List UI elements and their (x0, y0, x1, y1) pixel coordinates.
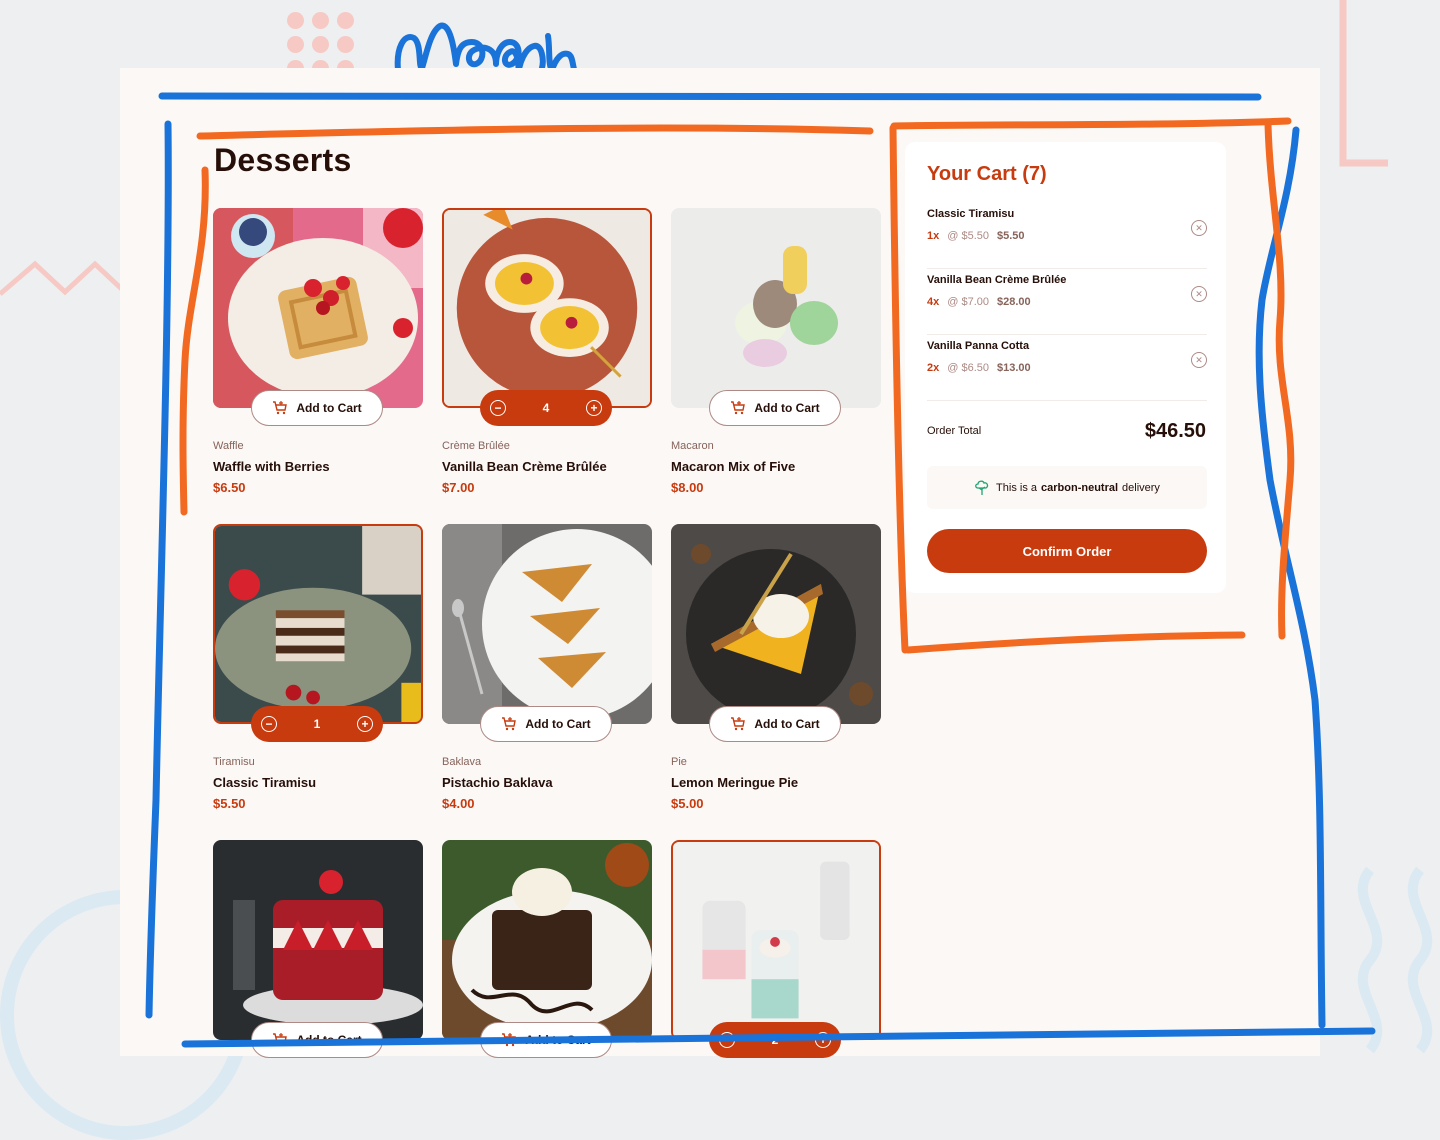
quantity-value: 1 (313, 717, 321, 731)
cart-item-quantity: 1x (927, 230, 940, 242)
product-price: $7.00 (442, 480, 475, 495)
add-to-cart-label: Add to Cart (754, 401, 820, 415)
decrement-button[interactable]: − (261, 716, 277, 732)
cart-title: Your Cart (7) (927, 163, 1047, 185)
cart-plus-icon (502, 717, 517, 731)
product-image-red-velvet-cake (213, 840, 423, 1040)
product-price: $5.00 (671, 796, 704, 811)
order-total-label: Order Total (927, 425, 982, 437)
add-to-cart-button[interactable]: Add to Cart (709, 390, 841, 426)
product-category: Crème Brûlée (442, 440, 510, 452)
product-image-panna-cotta (671, 840, 881, 1040)
cart-item-name: Vanilla Bean Crème Brûlée (927, 274, 1067, 286)
decorative-corner (1339, 0, 1388, 167)
product-price: $6.50 (213, 480, 246, 495)
increment-button[interactable]: + (586, 400, 602, 416)
cart-item: Vanilla Panna Cotta 2x @ $6.50 $13.00 ✕ (927, 334, 1207, 401)
cart-panel: Your Cart (7) Classic Tiramisu 1x @ $5.5… (905, 142, 1226, 593)
product-card: Add to Cart (213, 840, 423, 1140)
product-price: $5.50 (213, 796, 246, 811)
product-card: − 2 + (671, 840, 881, 1140)
product-name: Macaron Mix of Five (671, 459, 796, 474)
product-image-baklava (442, 524, 652, 724)
product-card: Add to Cart Pie Lemon Meringue Pie $5.00 (671, 524, 881, 824)
add-to-cart-label: Add to Cart (525, 717, 591, 731)
decorative-dots (285, 8, 357, 77)
add-to-cart-button[interactable]: Add to Cart (251, 390, 383, 426)
order-total-value: $46.50 (1144, 420, 1206, 442)
product-name: Lemon Meringue Pie (671, 775, 799, 790)
product-image-creme-brulee (442, 208, 652, 408)
increment-button[interactable]: + (357, 716, 373, 732)
cart-plus-icon (731, 717, 746, 731)
add-to-cart-label: Add to Cart (296, 1033, 362, 1047)
remove-item-icon[interactable]: ✕ (1191, 220, 1207, 236)
product-name: Pistachio Baklava (442, 775, 553, 790)
quantity-value: 4 (542, 401, 550, 415)
remove-item-icon[interactable]: ✕ (1191, 352, 1207, 368)
quantity-value: 2 (771, 1033, 779, 1047)
product-card: Add to Cart Baklava Pistachio Baklava $4… (442, 524, 652, 824)
product-image-macaron (671, 208, 881, 408)
cart-item-total: $28.00 (997, 296, 1031, 308)
confirm-order-button[interactable]: Confirm Order (927, 529, 1207, 573)
decorative-zigzag (0, 260, 125, 296)
add-to-cart-button[interactable]: Add to Cart (480, 706, 612, 742)
add-to-cart-button[interactable]: Add to Cart (480, 1022, 612, 1058)
cart-item-quantity: 2x (927, 362, 940, 374)
remove-item-icon[interactable]: ✕ (1191, 286, 1207, 302)
decrement-button[interactable]: − (719, 1032, 735, 1048)
add-to-cart-label: Add to Cart (296, 401, 362, 415)
decrement-button[interactable]: − (490, 400, 506, 416)
product-price: $4.00 (442, 796, 475, 811)
product-name: Vanilla Bean Crème Brûlée (442, 459, 607, 474)
product-card: Add to Cart (442, 840, 652, 1140)
add-to-cart-label: Add to Cart (754, 717, 820, 731)
carbon-neutral-notice: This is a carbon-neutral delivery (927, 466, 1207, 509)
carbon-bold: carbon-neutral (1041, 481, 1119, 494)
quantity-stepper[interactable]: − 1 + (251, 706, 383, 742)
product-category: Baklava (442, 756, 482, 768)
product-category: Pie (671, 756, 687, 768)
cart-item-name: Vanilla Panna Cotta (927, 340, 1030, 352)
product-name: Classic Tiramisu (213, 775, 317, 790)
cart-item-total: $13.00 (997, 362, 1031, 374)
increment-button[interactable]: + (815, 1032, 831, 1048)
cart-plus-icon (273, 401, 288, 415)
add-to-cart-label: Add to Cart (525, 1033, 591, 1047)
cart-item-unit-price: @ $7.00 (947, 296, 989, 308)
product-category: Tiramisu (213, 756, 255, 768)
page-title: Desserts (214, 142, 352, 178)
add-to-cart-button[interactable]: Add to Cart (251, 1022, 383, 1058)
product-category: Waffle (213, 440, 244, 452)
product-category: Macaron (671, 440, 714, 452)
cart-item-unit-price: @ $5.50 (947, 230, 989, 242)
product-name: Waffle with Berries (213, 459, 330, 474)
cart-plus-icon (273, 1033, 288, 1047)
carbon-suffix: delivery (1122, 481, 1160, 494)
product-card: Add to Cart Macaron Macaron Mix of Five … (671, 208, 881, 508)
product-image-tiramisu (213, 524, 423, 724)
product-price: $8.00 (671, 480, 704, 495)
cart-item-quantity: 4x (927, 296, 940, 308)
cart-plus-icon (731, 401, 746, 415)
cart-plus-icon (502, 1033, 517, 1047)
product-image-waffle (213, 208, 423, 408)
quantity-stepper[interactable]: − 2 + (709, 1022, 841, 1058)
carbon-prefix: This is a (996, 481, 1038, 494)
cart-item: Classic Tiramisu 1x @ $5.50 $5.50 ✕ (927, 202, 1207, 269)
tree-icon (975, 480, 989, 495)
quantity-stepper[interactable]: − 4 + (480, 390, 612, 426)
cart-item-name: Classic Tiramisu (927, 208, 1015, 220)
product-card: Add to Cart Waffle Waffle with Berries $… (213, 208, 423, 508)
product-card: − 4 + Crème Brûlée Vanilla Bean Crème Br… (442, 208, 652, 508)
product-image-lemon-pie (671, 524, 881, 724)
product-image-brownie (442, 840, 652, 1040)
decorative-waves (1357, 866, 1433, 1054)
cart-item-unit-price: @ $6.50 (947, 362, 989, 374)
add-to-cart-button[interactable]: Add to Cart (709, 706, 841, 742)
cart-item: Vanilla Bean Crème Brûlée 4x @ $7.00 $28… (927, 268, 1207, 335)
cart-item-total: $5.50 (997, 230, 1025, 242)
product-card: − 1 + Tiramisu Classic Tiramisu $5.50 (213, 524, 423, 824)
